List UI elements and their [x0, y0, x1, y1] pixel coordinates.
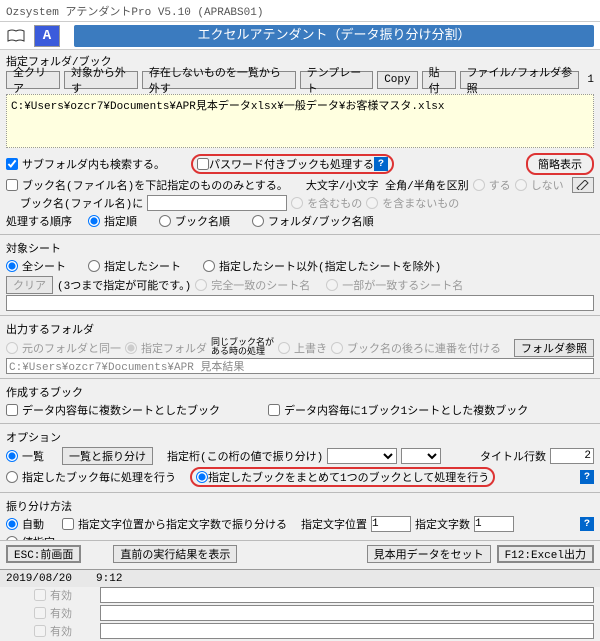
exclude-button[interactable]: 対象から外す [64, 71, 138, 89]
output-folder-input[interactable] [6, 358, 594, 374]
val4-input[interactable] [100, 605, 594, 621]
case-no-radio [515, 179, 527, 191]
clear-all-button[interactable]: 全クリア [6, 71, 60, 89]
en5-checkbox [34, 625, 46, 637]
subfolder-checkbox[interactable] [6, 158, 18, 170]
lastrun-button[interactable]: 直前の実行結果を表示 [113, 545, 237, 563]
case-label: 大文字/小文字 全角/半角を区別 [306, 177, 469, 193]
browse-file-button[interactable]: ファイル/フォルダ参照 [460, 71, 580, 89]
status-date: 2019/08/20 [6, 573, 72, 585]
seq-radio [331, 342, 343, 354]
exceptsheet-radio[interactable] [203, 260, 215, 272]
titlerows-input[interactable] [550, 448, 594, 464]
digit-select[interactable] [327, 448, 397, 464]
overwrite-radio [278, 342, 290, 354]
exclude-missing-button[interactable]: 存在しないものを一覧から外す [142, 71, 296, 89]
val3-input[interactable] [100, 587, 594, 603]
folder-browse-button[interactable]: フォルダ参照 [514, 339, 594, 357]
banner-title: エクセルアテンダント（データ振り分け分割） [74, 25, 594, 47]
charpos-checkbox[interactable] [62, 518, 74, 530]
en4-checkbox [34, 607, 46, 619]
password-label: パスワード付きブックも処理する [209, 156, 374, 172]
sec3-title: 対象シート [6, 240, 61, 256]
sheet-hint: (3つまで指定が可能です。) [57, 277, 191, 293]
dup-label: 同じブック名が ある時の処理 [211, 339, 274, 357]
multisheet-checkbox[interactable] [6, 404, 18, 416]
simple-view-highlight: 簡略表示 [526, 153, 594, 175]
auto-radio[interactable] [6, 518, 18, 530]
copy-button[interactable]: Copy [377, 71, 417, 89]
clear-sheet-button[interactable]: クリア [6, 276, 53, 294]
specsheet-radio[interactable] [88, 260, 100, 272]
notcontain-radio [366, 197, 378, 209]
sample-button[interactable]: 見本用データをセット [367, 545, 491, 563]
footer-buttons: ESC:前画面 直前の実行結果を表示 見本用データをセット F12:Excel出… [0, 540, 600, 567]
status-time: 9:12 [96, 573, 122, 585]
eachbook-radio[interactable] [6, 471, 18, 483]
titlerows-label: タイトル行数 [480, 448, 546, 464]
book-icon[interactable] [6, 27, 26, 45]
path-value: C:¥Users¥ozcr7¥Documents¥APR見本データxlsx¥一般… [11, 101, 444, 113]
contain-radio [291, 197, 303, 209]
sec7-title: 振り分け方法 [6, 498, 72, 514]
en3-checkbox [34, 589, 46, 601]
pencil-icon[interactable] [572, 177, 594, 193]
password-highlight: パスワード付きブックも処理する ? [191, 154, 394, 174]
file-count: 1 [587, 74, 594, 86]
merge-highlight: 指定したブックをまとめて1つのブックとして処理を行う [190, 467, 495, 487]
pos-input[interactable] [371, 516, 411, 532]
sec6-title: オプション [6, 429, 61, 445]
password-checkbox[interactable] [197, 158, 209, 170]
help-icon-3[interactable]: ? [580, 517, 594, 531]
esc-button[interactable]: ESC:前画面 [6, 545, 81, 563]
digit-label: 指定桁(この桁の値で振り分け) [167, 448, 323, 464]
list-sort-button[interactable]: 一覧と振り分け [62, 447, 153, 465]
f12-button[interactable]: F12:Excel出力 [497, 545, 594, 563]
statusbar: 2019/08/20 9:12 [0, 569, 600, 587]
titlebar: Ozsystem アテンダントPro V5.10 (APRABS01) [0, 0, 600, 22]
order3-radio[interactable] [252, 215, 264, 227]
order2-radio[interactable] [159, 215, 171, 227]
bookname-filter-label: ブック名(ファイル名)を下記指定のもののみとする。 [22, 177, 288, 193]
mergebook-radio[interactable] [196, 471, 208, 483]
val5-input[interactable] [100, 623, 594, 639]
sheet-names-input[interactable] [6, 295, 594, 311]
subfolder-label: サブフォルダ内も検索する。 [22, 156, 165, 172]
template-button[interactable]: テンプレート [300, 71, 374, 89]
bookname-filter-checkbox[interactable] [6, 179, 18, 191]
order1-radio[interactable] [88, 215, 100, 227]
paste-button[interactable]: 貼付 [422, 71, 456, 89]
help-icon[interactable]: ? [374, 157, 388, 171]
case-yes-radio [473, 179, 485, 191]
specfolder-radio [125, 342, 137, 354]
bookname2-label: ブック名(ファイル名)に [20, 195, 143, 211]
digit-select2[interactable] [401, 448, 441, 464]
bookname-input[interactable] [147, 195, 287, 211]
help-icon-2[interactable]: ? [580, 470, 594, 484]
samefolder-radio [6, 342, 18, 354]
sec5-title: 作成するブック [6, 384, 83, 400]
allsheet-radio[interactable] [6, 260, 18, 272]
multibook-checkbox[interactable] [268, 404, 280, 416]
exact-radio [195, 279, 207, 291]
header: A エクセルアテンダント（データ振り分け分割） [0, 22, 600, 50]
sec4-title: 出力するフォルダ [6, 321, 94, 337]
partial-radio [326, 279, 338, 291]
window-title: Ozsystem アテンダントPro V5.10 (APRABS01) [6, 3, 263, 19]
app-logo: A [34, 25, 60, 47]
simple-view-button[interactable]: 簡略表示 [532, 155, 588, 173]
len-input[interactable] [474, 516, 514, 532]
list-radio[interactable] [6, 450, 18, 462]
path-list[interactable]: C:¥Users¥ozcr7¥Documents¥APR見本データxlsx¥一般… [6, 94, 594, 148]
order-label: 処理する順序 [6, 213, 72, 229]
